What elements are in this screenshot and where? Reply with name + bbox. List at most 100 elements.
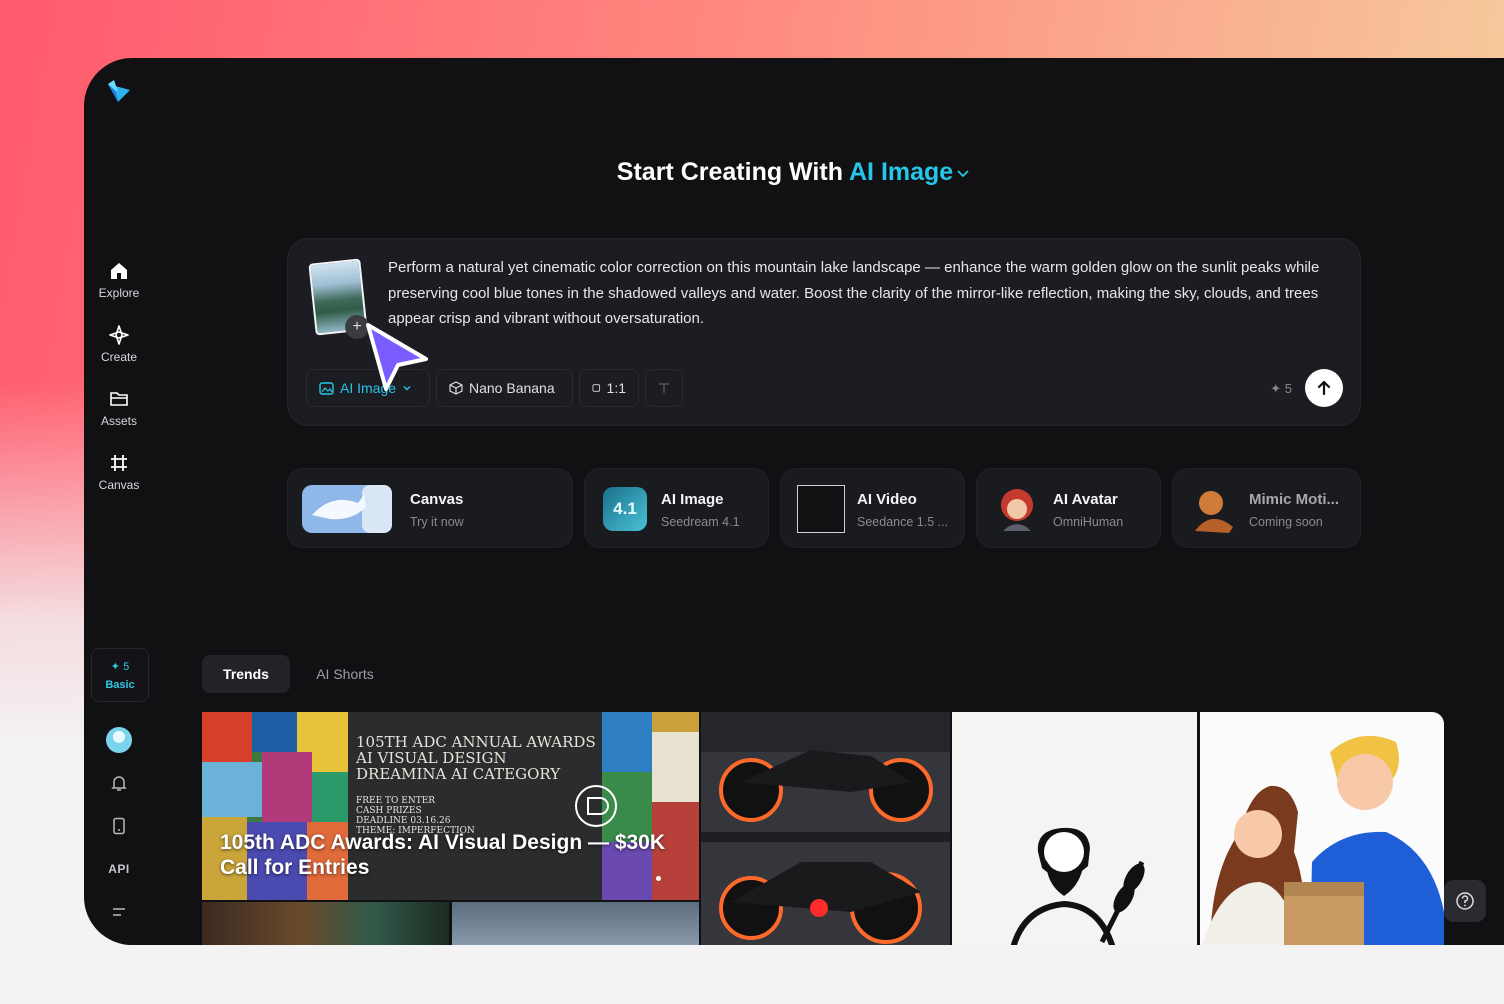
motorcycle-image — [701, 712, 950, 945]
generate-button[interactable] — [1305, 369, 1343, 407]
user-avatar-button[interactable] — [84, 718, 154, 761]
avatar-character-thumbnail — [1001, 489, 1033, 531]
aspect-ratio-button[interactable]: 1:1 — [579, 369, 639, 407]
card-canvas[interactable]: Canvas Try it now — [287, 468, 573, 548]
card-title: Canvas — [410, 491, 464, 508]
aspect-ratio-label: 1:1 — [606, 380, 626, 396]
model-dropdown-label: Nano Banana — [469, 380, 555, 396]
badge-text: 4.1 — [613, 499, 637, 518]
credits-count: 5 — [123, 660, 130, 673]
pointer-cursor-icon — [366, 323, 428, 391]
chevron-down-icon — [957, 170, 969, 178]
poster-subtitle-1: AI VISUAL DESIGN — [356, 749, 507, 767]
arrow-up-icon — [1317, 380, 1331, 396]
plan-label: Basic — [105, 678, 135, 691]
plus-icon: + — [352, 318, 362, 335]
phone-icon — [113, 817, 125, 834]
sidebar-nav: Explore Create Assets Canvas — [84, 248, 154, 504]
home-icon — [111, 262, 127, 279]
poster-detail-1: FREE TO ENTER — [356, 796, 436, 806]
sidebar-item-explore[interactable]: Explore — [84, 248, 154, 312]
adc-awards-banner[interactable]: 105TH ADC ANNUAL AWARDS AI VISUAL DESIGN… — [202, 712, 699, 900]
notifications-button[interactable] — [84, 761, 154, 804]
cube-icon — [449, 381, 463, 395]
sidebar-item-create[interactable]: Create — [84, 312, 154, 376]
gallery-tile-motorcycles[interactable] — [701, 712, 950, 945]
card-ai-avatar[interactable]: AI Avatar OmniHuman — [976, 468, 1161, 548]
menu-icon — [113, 907, 125, 916]
text-icon — [659, 383, 669, 393]
image-icon — [319, 381, 334, 395]
poster-detail-3: DEADLINE 03.16.26 — [356, 816, 451, 826]
cost-value: 5 — [1284, 381, 1292, 396]
model-dropdown[interactable]: Nano Banana — [436, 369, 573, 407]
poster-detail-2: CASH PRIZES — [356, 806, 422, 816]
app-window: Explore Create Assets Canvas ✦ 5 Basic A… — [84, 58, 1504, 945]
page-title: Start Creating With AI Image — [84, 158, 1504, 187]
card-subtitle: Try it now — [410, 515, 464, 529]
gallery-tile-bearded-man[interactable] — [952, 712, 1197, 945]
mode-selector[interactable]: AI Image — [849, 158, 971, 186]
card-ai-image[interactable]: 4.1 AI Image Seedream 4.1 — [584, 468, 769, 548]
sidebar-bottom: API — [84, 718, 154, 933]
bearded-man-illustration — [1010, 827, 1145, 945]
card-subtitle: Seedance 1.5 ... — [857, 515, 949, 529]
question-circle-icon — [1456, 892, 1474, 910]
sidebar-item-label: Assets — [100, 413, 137, 428]
credits-count-row: ✦ 5 — [110, 660, 130, 673]
bell-icon — [111, 775, 127, 791]
sidebar-item-assets[interactable]: Assets — [84, 376, 154, 440]
text-style-button[interactable] — [645, 369, 683, 407]
card-subtitle: OmniHuman — [1053, 515, 1124, 529]
card-subtitle: Seedream 4.1 — [661, 515, 740, 529]
folder-icon — [110, 391, 128, 406]
mobile-app-button[interactable] — [84, 804, 154, 847]
poster-text-block: 105TH ADC ANNUAL AWARDS AI VISUAL DESIGN… — [356, 734, 596, 836]
sparkle-icon — [109, 324, 129, 345]
tab-trends[interactable]: Trends — [202, 655, 290, 693]
sidebar-item-canvas[interactable]: Canvas — [84, 440, 154, 504]
seedream-badge-icon: 4.1 — [603, 487, 647, 531]
title-prefix: Start Creating With — [616, 158, 843, 186]
poster-title: 105TH ADC ANNUAL AWARDS — [356, 733, 596, 751]
prompt-input[interactable]: Perform a natural yet cinematic color co… — [388, 255, 1338, 332]
card-title: AI Video — [857, 491, 917, 508]
card-subtitle: Coming soon — [1249, 515, 1323, 529]
banner-line-2: Call for Entries — [220, 856, 370, 879]
menu-button[interactable] — [84, 890, 154, 933]
avatar — [106, 726, 132, 753]
gallery-tile-sky[interactable] — [452, 902, 699, 945]
gallery-tile-delivery[interactable] — [1200, 712, 1444, 945]
delivery-illustration — [1202, 735, 1444, 945]
sidebar-item-label: Explore — [98, 285, 140, 300]
mimic-motion-thumbnail — [1195, 491, 1233, 533]
adc-logo-icon — [575, 785, 617, 827]
pegasus-thumbnail — [302, 485, 392, 533]
api-button[interactable]: API — [84, 847, 154, 890]
carousel-dot[interactable] — [656, 876, 661, 881]
api-label: API — [108, 861, 130, 876]
credits-badge[interactable]: ✦ 5 Basic — [91, 648, 149, 702]
card-title: AI Image — [661, 491, 724, 508]
dreamina-logo-icon[interactable] — [104, 78, 132, 106]
sidebar-item-label: Create — [100, 349, 138, 364]
video-thumbnail-placeholder — [797, 485, 845, 533]
mode-selector-label: AI Image — [849, 158, 954, 186]
card-ai-video[interactable]: AI Video Seedance 1.5 ... — [780, 468, 965, 548]
gallery-tile-bird[interactable] — [202, 902, 449, 945]
prompt-panel: + Perform a natural yet cinematic color … — [287, 238, 1361, 426]
canvas-icon — [111, 454, 127, 471]
card-title: Mimic Moti... — [1249, 491, 1339, 508]
help-button[interactable] — [1444, 880, 1486, 922]
banner-line-1: 105th ADC Awards: AI Visual Design — $30… — [220, 831, 666, 854]
square-icon — [592, 384, 601, 392]
generation-cost: ✦ 5 — [1270, 381, 1292, 396]
sidebar-item-label: Canvas — [98, 477, 140, 492]
card-mimic-motion[interactable]: Mimic Moti... Coming soon — [1172, 468, 1361, 548]
trends-gallery: 105TH ADC ANNUAL AWARDS AI VISUAL DESIGN… — [202, 712, 1444, 945]
card-title: AI Avatar — [1053, 491, 1118, 508]
tab-ai-shorts[interactable]: AI Shorts — [310, 655, 380, 693]
banner-headline: 105th ADC Awards: AI Visual Design — $30… — [220, 830, 665, 880]
poster-subtitle-2: DREAMINA AI CATEGORY — [356, 765, 561, 783]
